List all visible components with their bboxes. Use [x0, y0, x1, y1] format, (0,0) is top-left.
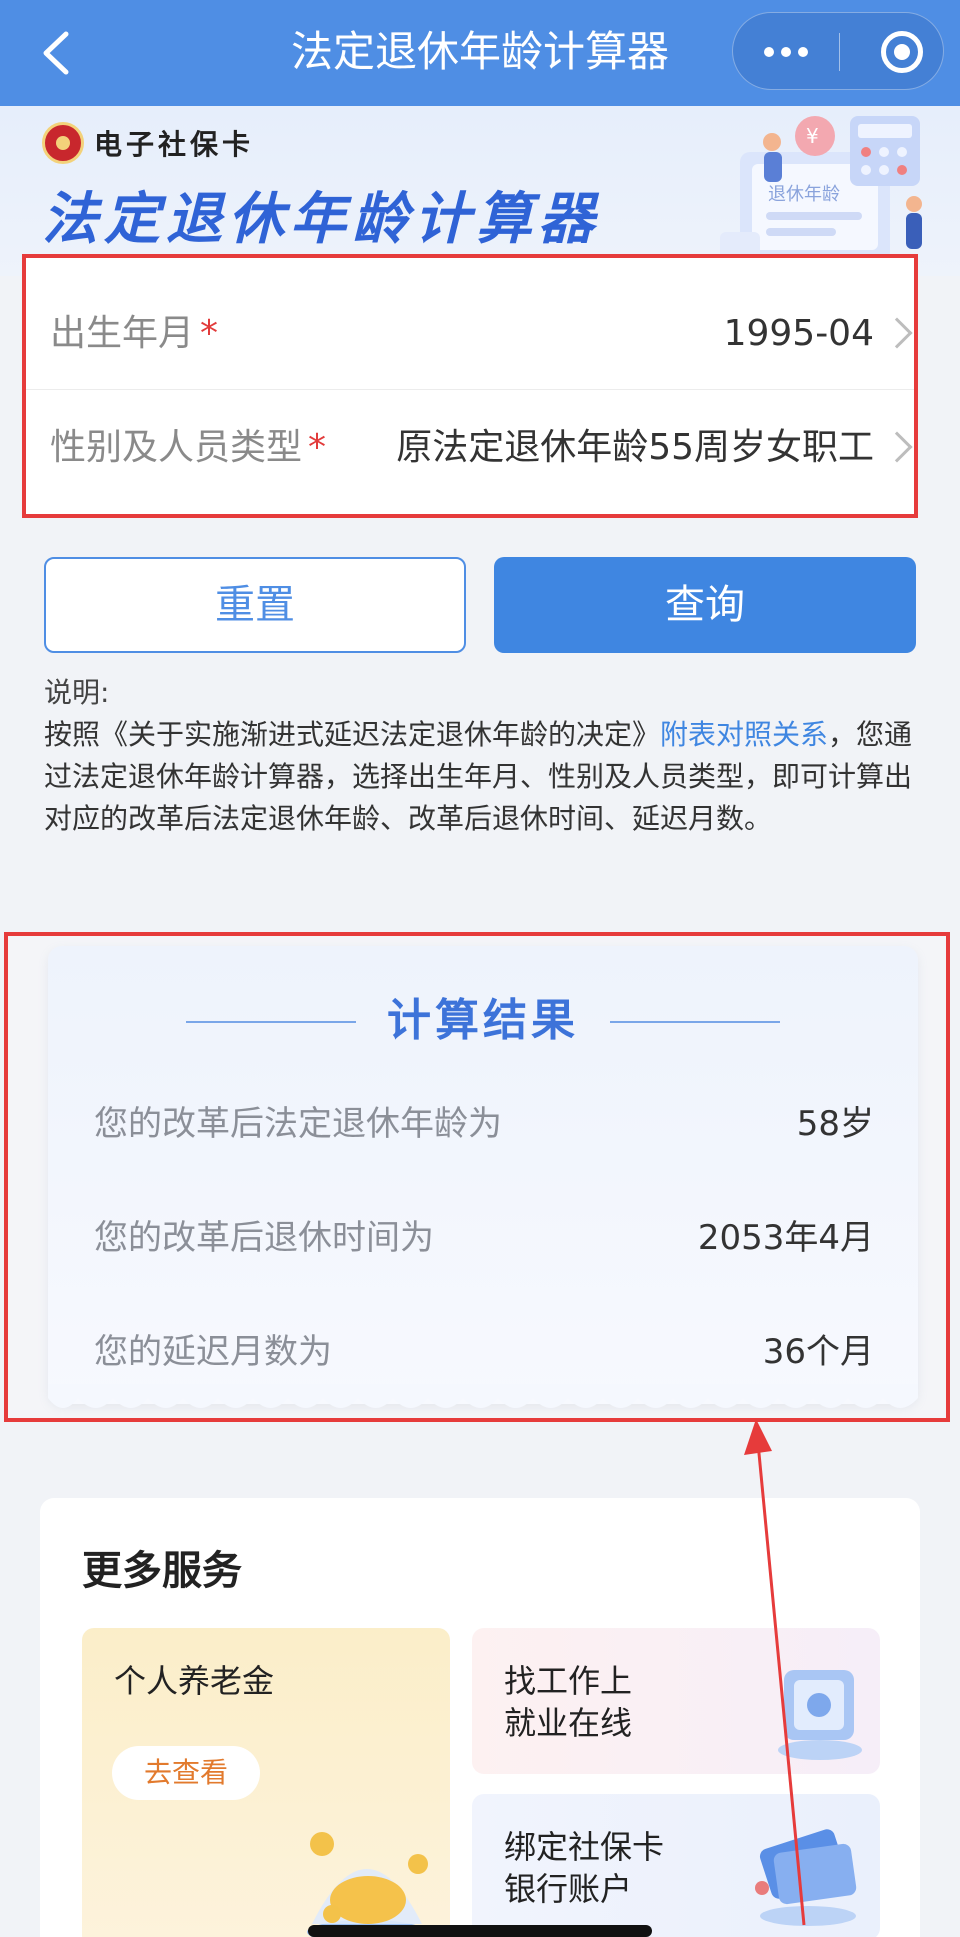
description-label: 说明: [44, 676, 110, 709]
appendix-link[interactable]: 附表对照关系 [660, 718, 828, 751]
result-header: 计算结果 [48, 986, 918, 1056]
svg-text:¥: ¥ [806, 124, 819, 148]
birth-date-label: 出生年月 [50, 313, 195, 354]
policy-document-title: 《关于实施渐进式延迟法定退休年龄的决定》 [100, 718, 661, 751]
header-banner: 电子社保卡 法定退休年龄计算器 退休年龄 ¥ [0, 106, 960, 276]
birth-date-picker[interactable]: 出生年月 * 1995-04 [26, 278, 914, 390]
result-value: 2053年4月 [697, 1218, 874, 1258]
result-title: 计算结果 [387, 995, 579, 1046]
more-services-title: 更多服务 [82, 1548, 242, 1594]
retirement-form: 出生年月 * 1995-04 性别及人员类型 * 原法定退休年龄55周岁女职工 [22, 254, 918, 518]
birth-date-label-wrap: 出生年月 * [50, 278, 218, 390]
description-prefix: 按照 [44, 718, 101, 751]
capsule-divider [839, 33, 840, 71]
service-title-line1: 找工作上 [504, 1662, 633, 1700]
reset-button[interactable]: 重置 [44, 557, 466, 653]
divider [186, 1021, 356, 1023]
annotation-arrow-icon [744, 1419, 806, 1926]
result-label: 您的改革后法定退休年龄为 [94, 1104, 502, 1144]
query-button[interactable]: 查询 [494, 557, 916, 653]
divider [610, 1021, 780, 1023]
result-row-age: 您的改革后法定退休年龄为 58岁 [94, 1094, 874, 1154]
required-mark: * [200, 313, 219, 354]
result-label: 您的延迟月数为 [94, 1332, 332, 1372]
person-type-picker[interactable]: 性别及人员类型 * 原法定退休年龄55周岁女职工 [26, 392, 914, 504]
person-type-label-wrap: 性别及人员类型 * [50, 392, 326, 504]
home-indicator [308, 1925, 652, 1937]
nav-bar: 法定退休年龄计算器 [0, 0, 960, 106]
result-highlight: 计算结果 您的改革后法定退休年龄为 58岁 您的改革后退休时间为 2053年4月… [4, 932, 950, 1422]
birth-date-value: 1995-04 [723, 313, 874, 354]
required-mark: * [308, 427, 327, 468]
service-title-line2: 就业在线 [504, 1704, 633, 1742]
service-title: 个人养老金 [114, 1662, 275, 1700]
result-value: 58岁 [796, 1104, 874, 1144]
target-circle-icon[interactable] [881, 31, 923, 73]
result-label: 您的改革后退休时间为 [94, 1218, 434, 1258]
page-title: 法定退休年龄计算器 [290, 27, 669, 76]
chevron-right-icon [881, 431, 913, 463]
person-type-value: 原法定退休年龄55周岁女职工 [396, 427, 874, 468]
piggy-bank-icon [307, 1832, 428, 1937]
brand: 电子社保卡 [42, 120, 254, 166]
scalloped-edge [48, 1384, 918, 1408]
illustration-label: 退休年龄 [768, 184, 840, 205]
result-card: 计算结果 您的改革后法定退休年龄为 58岁 您的改革后退休时间为 2053年4月… [48, 946, 918, 1408]
more-dots-icon[interactable] [733, 13, 839, 91]
service-title-line2: 银行账户 [504, 1870, 633, 1908]
mini-program-capsule [732, 12, 944, 90]
view-button[interactable]: 去查看 [112, 1746, 260, 1800]
result-value: 36个月 [762, 1332, 874, 1372]
service-personal-pension[interactable]: 个人养老金 去查看 [82, 1628, 450, 1937]
result-row-retire-time: 您的改革后退休时间为 2053年4月 [94, 1208, 874, 1268]
description-body: 按照《关于实施渐进式延迟法定退休年龄的决定》附表对照关系，您通过法定退休年龄计算… [44, 714, 924, 840]
chevron-left-icon [43, 31, 69, 75]
person-type-label: 性别及人员类型 [50, 427, 303, 468]
chevron-right-icon [881, 317, 913, 349]
social-security-logo-icon [42, 122, 84, 164]
banner-title: 法定退休年龄计算器 [42, 187, 600, 252]
brand-name: 电子社保卡 [94, 128, 255, 161]
back-button[interactable] [34, 26, 82, 80]
description: 说明: 按照《关于实施渐进式延迟法定退休年龄的决定》附表对照关系，您通过法定退休… [44, 672, 924, 840]
service-title-line1: 绑定社保卡 [504, 1828, 665, 1866]
result-row-delay-months: 您的延迟月数为 36个月 [94, 1322, 874, 1382]
